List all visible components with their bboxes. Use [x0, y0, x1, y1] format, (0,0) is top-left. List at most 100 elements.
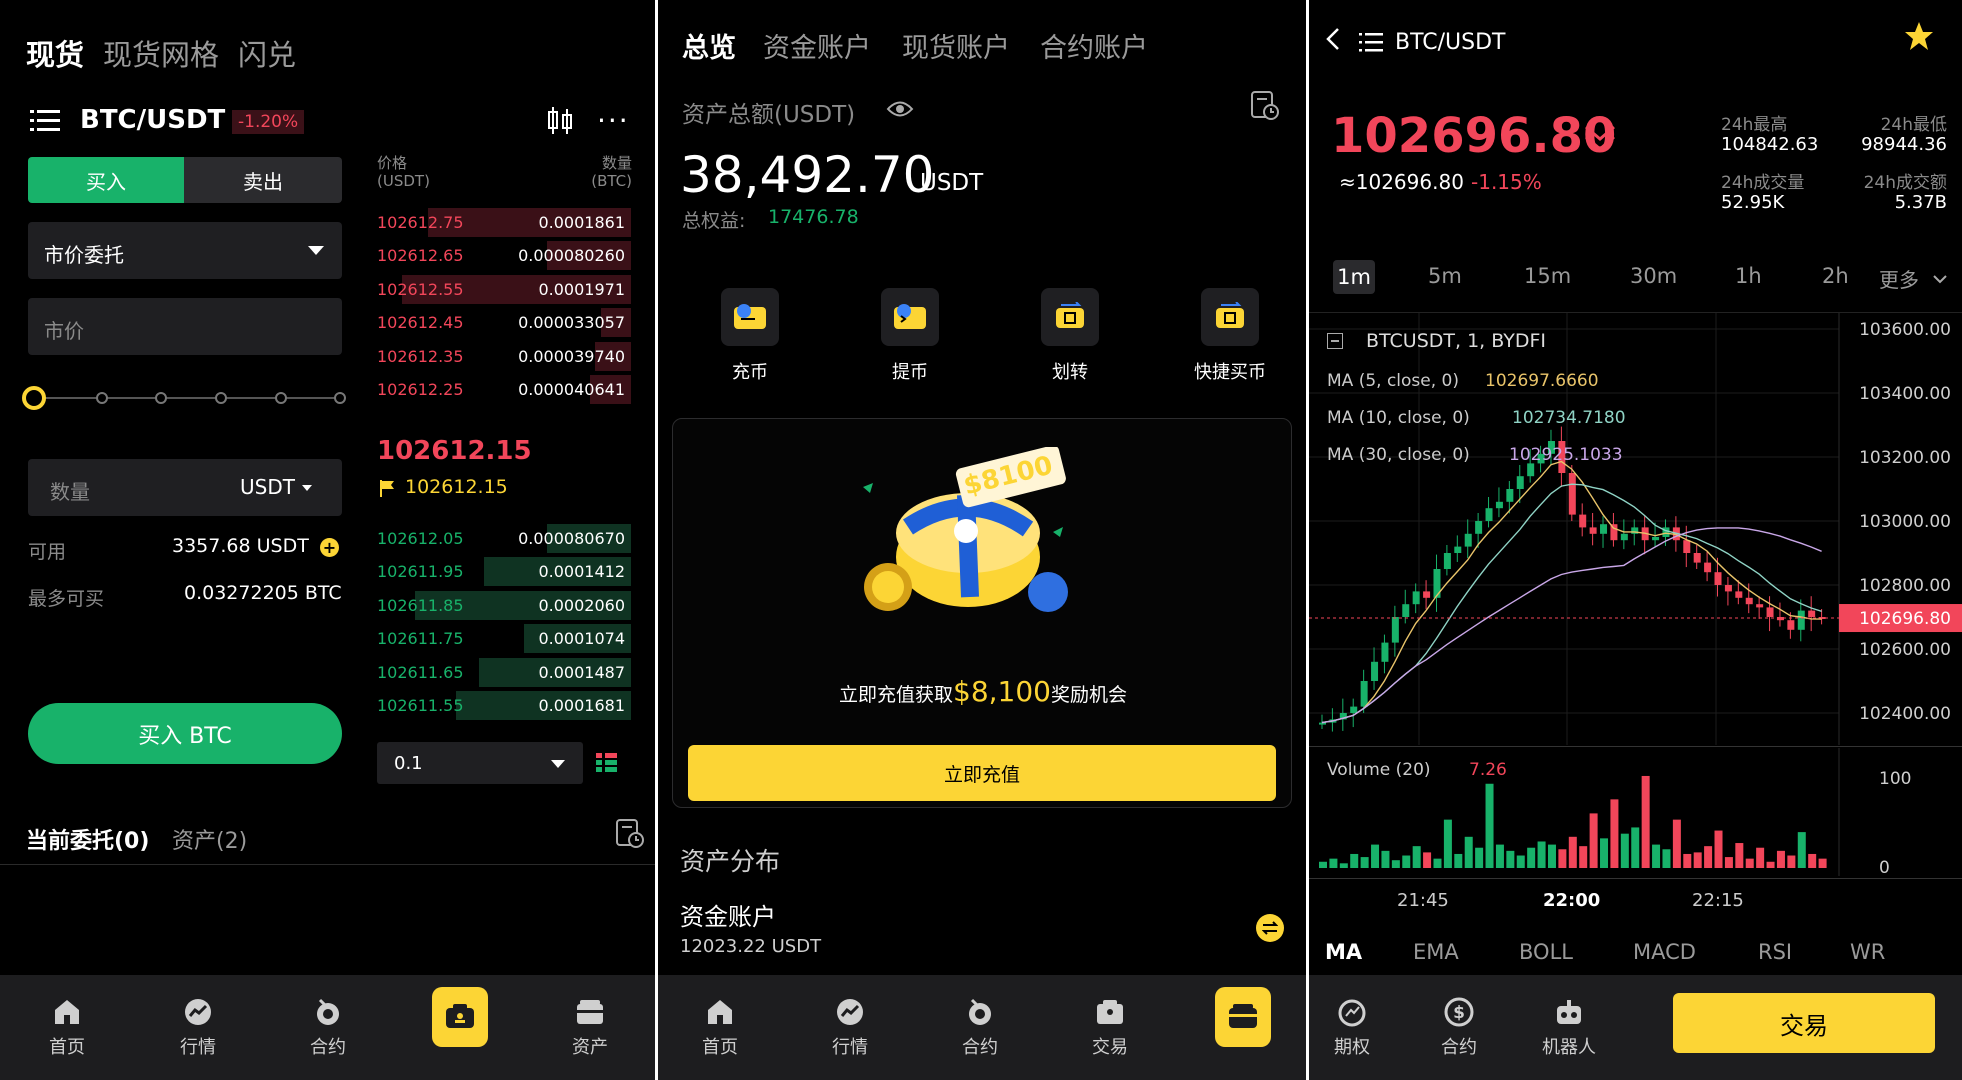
- ma30-value: 102925.1033: [1509, 445, 1623, 465]
- tab-open-orders[interactable]: 当前委托(0): [26, 823, 149, 855]
- slider-step[interactable]: [96, 392, 108, 404]
- quantity-input[interactable]: 数量 USDT: [28, 459, 342, 516]
- transfer-button[interactable]: 划转: [1026, 288, 1114, 384]
- sell-tab[interactable]: 卖出: [184, 157, 342, 203]
- nav-futures[interactable]: $ 合约: [1419, 997, 1499, 1059]
- menu-icon[interactable]: [1359, 32, 1383, 56]
- star-icon[interactable]: [1903, 20, 1935, 56]
- order-type-select[interactable]: 市价委托: [28, 222, 342, 279]
- nav-futures[interactable]: 合约: [940, 997, 1020, 1059]
- candle-body: [1350, 706, 1358, 713]
- tab-assets[interactable]: 资产(2): [172, 823, 247, 855]
- tab-spot-account[interactable]: 现货账户: [902, 26, 1010, 65]
- ma10-label[interactable]: MA (10, close, 0): [1327, 408, 1470, 428]
- nav-home[interactable]: 首页: [27, 997, 107, 1059]
- pair-title[interactable]: BTC/USDT: [80, 105, 225, 135]
- deposit-button[interactable]: 充币: [706, 288, 794, 384]
- slider-step[interactable]: [155, 392, 167, 404]
- nav-market[interactable]: 行情: [158, 997, 238, 1059]
- interval-1h[interactable]: 1h: [1735, 264, 1762, 288]
- indicator-ma[interactable]: MA: [1325, 940, 1362, 964]
- indicator-boll[interactable]: BOLL: [1519, 940, 1573, 964]
- interval-15m[interactable]: 15m: [1524, 264, 1571, 288]
- quick-buy-button[interactable]: 快捷买币: [1176, 288, 1284, 384]
- bid-row[interactable]: 102612.05 0.000080670: [377, 521, 631, 554]
- more-icon[interactable]: ···: [597, 104, 630, 137]
- indicator-ema[interactable]: EMA: [1413, 940, 1459, 964]
- nav-home[interactable]: 首页: [680, 997, 760, 1059]
- nav-assets-active[interactable]: [1215, 987, 1271, 1047]
- orderbook-layout-icon[interactable]: [596, 752, 618, 778]
- ask-row[interactable]: 102612.55 0.0001971: [377, 272, 631, 305]
- ma5-label[interactable]: MA (5, close, 0): [1327, 371, 1459, 391]
- ma30-label[interactable]: MA (30, close, 0): [1327, 445, 1470, 465]
- indicator-rsi[interactable]: RSI: [1758, 940, 1792, 964]
- interval-30m[interactable]: 30m: [1630, 264, 1677, 288]
- transfer-swap-icon[interactable]: [1256, 914, 1284, 942]
- change-badge: -1.20%: [232, 110, 305, 134]
- volume-bar: [1568, 836, 1577, 868]
- slider-step[interactable]: [275, 392, 287, 404]
- funding-account-name[interactable]: 资金账户: [680, 897, 776, 932]
- slider-step[interactable]: [334, 392, 346, 404]
- ask-row[interactable]: 102612.35 0.000039740: [377, 339, 631, 372]
- slider-step[interactable]: [215, 392, 227, 404]
- slider-handle[interactable]: [22, 386, 46, 410]
- ask-row[interactable]: 102612.45 0.000033057: [377, 305, 631, 338]
- indicator-macd[interactable]: MACD: [1633, 940, 1696, 964]
- buy-tab[interactable]: 买入: [28, 157, 184, 203]
- tab-overview[interactable]: 总览: [682, 26, 736, 65]
- tab-flash-swap[interactable]: 闪兑: [238, 32, 296, 74]
- equity-label: 总权益:: [682, 210, 746, 232]
- candle-body: [1745, 597, 1753, 605]
- bid-row[interactable]: 102611.65 0.0001487: [377, 655, 631, 688]
- eye-icon[interactable]: [886, 98, 914, 124]
- ask-row[interactable]: 102612.65 0.000080260: [377, 238, 631, 271]
- interval-5m[interactable]: 5m: [1428, 264, 1462, 288]
- order-history-icon[interactable]: [615, 818, 645, 854]
- tab-futures-account[interactable]: 合约账户: [1040, 26, 1148, 65]
- trade-button[interactable]: 交易: [1673, 993, 1935, 1053]
- quantity-unit[interactable]: USDT: [240, 475, 295, 499]
- bid-qty: 0.0002060: [538, 595, 625, 615]
- interval-2h[interactable]: 2h: [1822, 264, 1849, 288]
- volume-bar: [1693, 852, 1702, 868]
- bid-row[interactable]: 102611.55 0.0001681: [377, 688, 631, 721]
- menu-icon[interactable]: [30, 108, 60, 138]
- asset-history-icon[interactable]: [1250, 90, 1280, 126]
- interval-1m[interactable]: 1m: [1333, 260, 1375, 294]
- pair-title[interactable]: BTC/USDT: [1395, 30, 1505, 55]
- precision-select[interactable]: 0.1: [377, 742, 583, 784]
- ask-row[interactable]: 102612.75 0.0001861: [377, 205, 631, 238]
- nav-market[interactable]: 行情: [810, 997, 890, 1059]
- volume-bar: [1808, 853, 1817, 868]
- nav-options[interactable]: 期权: [1312, 997, 1392, 1059]
- candle-body: [1371, 661, 1379, 681]
- nav-futures[interactable]: 合约: [288, 997, 368, 1059]
- deposit-now-button[interactable]: 立即充值: [688, 745, 1276, 801]
- tab-spot-grid[interactable]: 现货网格: [103, 32, 219, 74]
- bid-row[interactable]: 102611.75 0.0001074: [377, 621, 631, 654]
- amount-slider[interactable]: [34, 397, 340, 399]
- tab-funding-account[interactable]: 资金账户: [763, 26, 871, 65]
- price-input[interactable]: 市价: [28, 298, 342, 355]
- candle-chart-icon[interactable]: [545, 106, 575, 140]
- interval-more[interactable]: 更多: [1879, 264, 1919, 293]
- nav-assets[interactable]: 资产: [550, 997, 630, 1059]
- volume-bar: [1558, 849, 1567, 868]
- bid-row[interactable]: 102611.85 0.0002060: [377, 588, 631, 621]
- back-arrow-icon[interactable]: [1325, 26, 1341, 56]
- nav-trade[interactable]: 交易: [1070, 997, 1150, 1059]
- ask-row[interactable]: 102612.25 0.000040641: [377, 372, 631, 405]
- symbol-line[interactable]: BTCUSDT, 1, BYDFI: [1366, 330, 1546, 352]
- volume-bar: [1652, 844, 1661, 868]
- nav-trade-active[interactable]: [432, 987, 488, 1047]
- add-funds-icon[interactable]: +: [320, 538, 339, 557]
- tab-spot[interactable]: 现货: [26, 32, 84, 74]
- buy-btc-button[interactable]: 买入 BTC: [28, 703, 342, 764]
- withdraw-button[interactable]: 提币: [866, 288, 954, 384]
- volume-indicator-label[interactable]: Volume (20): [1327, 760, 1431, 780]
- indicator-wr[interactable]: WR: [1850, 940, 1885, 964]
- bid-row[interactable]: 102611.95 0.0001412: [377, 554, 631, 587]
- nav-bot[interactable]: 机器人: [1529, 997, 1609, 1059]
